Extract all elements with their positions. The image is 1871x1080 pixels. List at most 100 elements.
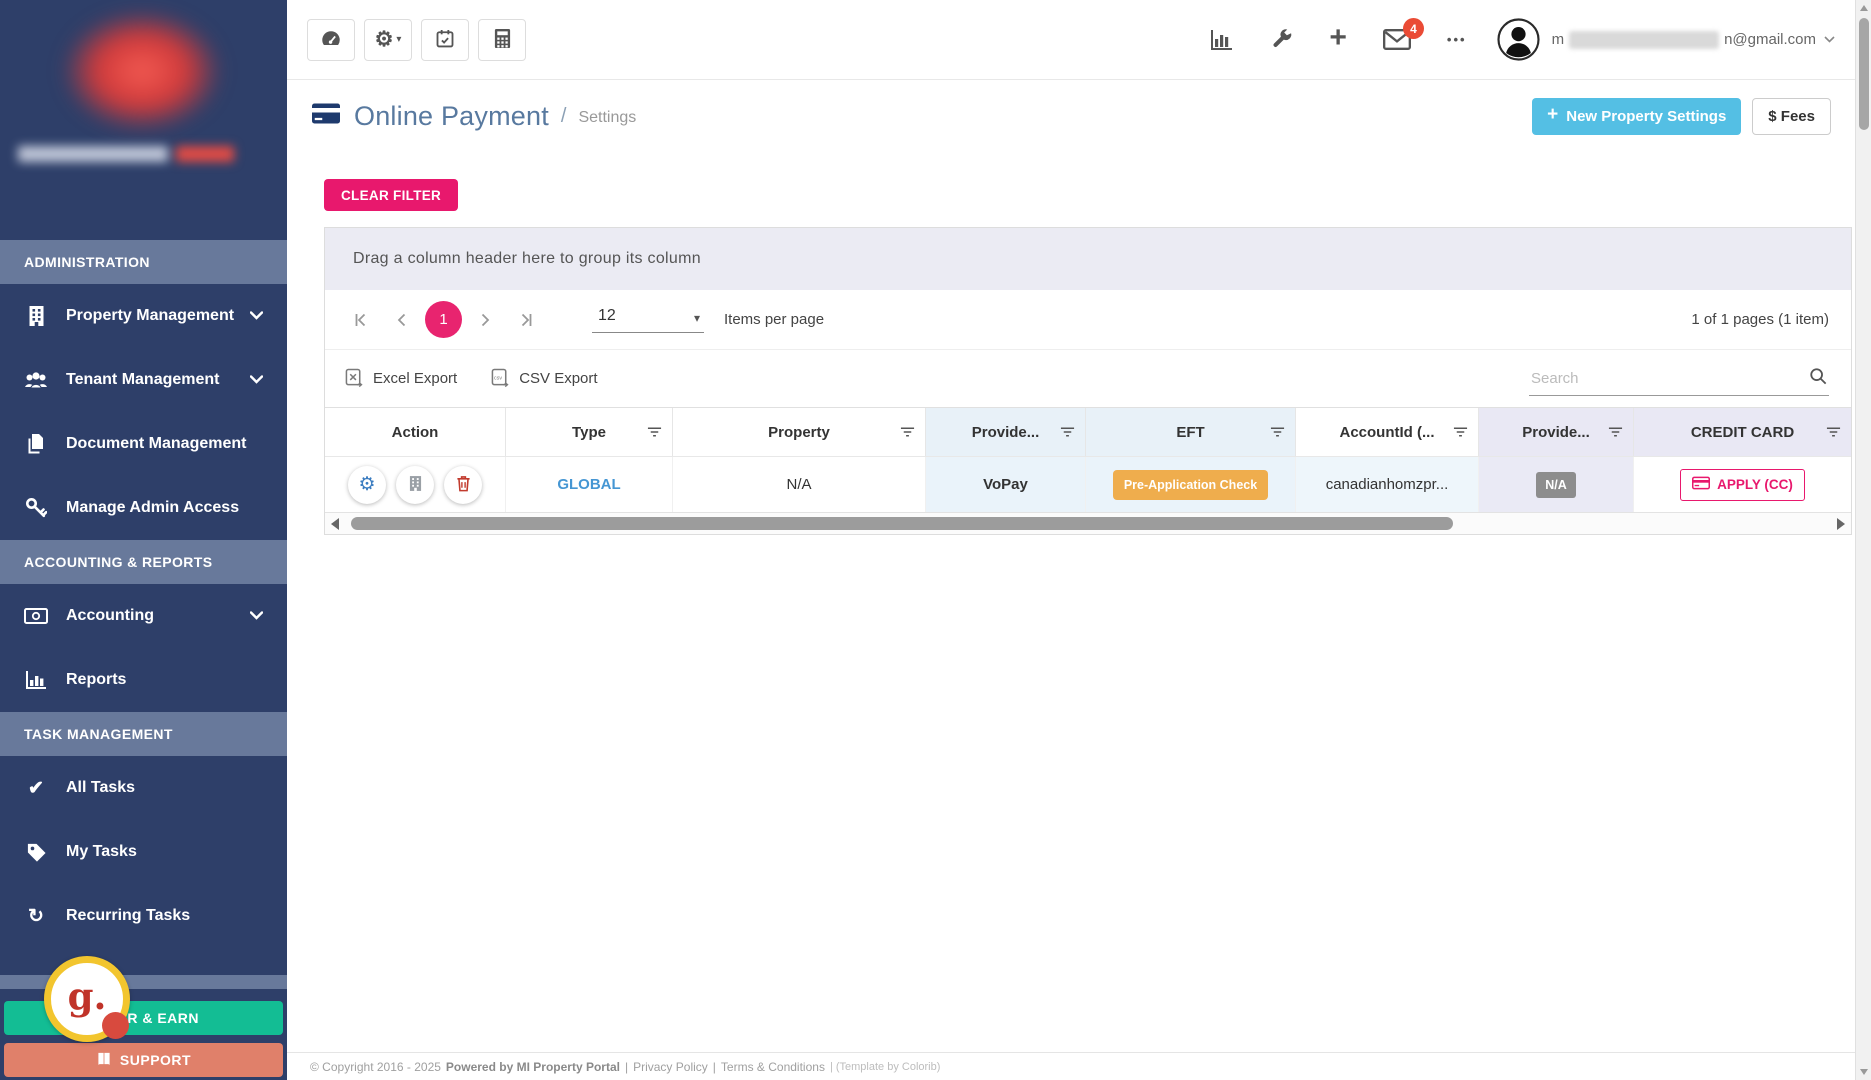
page-title: Online Payment (354, 100, 549, 131)
sidebar-item-label: Tenant Management (66, 371, 220, 388)
scroll-down-arrow[interactable] (1860, 1069, 1868, 1075)
sidebar-item-document-management[interactable]: Document Management (0, 412, 287, 476)
sidebar-section-partial (0, 975, 287, 989)
calculator-button[interactable] (478, 18, 526, 61)
excel-export-button[interactable]: Excel Export (345, 368, 457, 389)
horizontal-scroll-thumb[interactable] (351, 517, 1453, 530)
last-page-button[interactable] (506, 312, 548, 328)
scroll-left-arrow[interactable] (331, 518, 339, 530)
property-cell: N/A (673, 457, 926, 512)
sidebar-item-recurring-tasks[interactable]: ↻ Recurring Tasks (0, 884, 287, 948)
vertical-scrollbar[interactable] (1855, 0, 1871, 1080)
column-header-credit-card[interactable]: CREDIT CARD (1634, 408, 1851, 456)
search-input[interactable] (1531, 369, 1809, 387)
settings-button[interactable]: ⚙ ▾ (364, 18, 412, 61)
add-icon[interactable]: + (1329, 22, 1347, 53)
divider: | (624, 1059, 629, 1074)
sidebar-item-manage-admin-access[interactable]: Manage Admin Access (0, 476, 287, 540)
chevron-down-icon (249, 607, 264, 625)
people-icon (22, 371, 50, 389)
chevron-down-icon (249, 307, 264, 325)
sidebar-item-accounting[interactable]: Accounting (0, 584, 287, 648)
logo-blurred-image (62, 10, 222, 132)
eft-status-badge[interactable]: Pre-Application Check (1112, 469, 1269, 500)
page-footer: © Copyright 2016 - 2025 Powered by MI Pr… (287, 1052, 1855, 1080)
scroll-up-arrow[interactable] (1860, 5, 1868, 11)
new-property-settings-label: New Property Settings (1566, 107, 1727, 125)
column-header-eft-provider[interactable]: Provide... (926, 408, 1086, 456)
current-page-button[interactable]: 1 (425, 301, 462, 338)
sidebar-item-reports[interactable]: Reports (0, 648, 287, 712)
next-page-button[interactable] (464, 312, 506, 328)
email-redacted (1569, 30, 1720, 49)
sidebar-item-my-tasks[interactable]: My Tasks (0, 820, 287, 884)
caret-down-icon: ▾ (396, 34, 402, 45)
sidebar-item-property-management[interactable]: Property Management (0, 284, 287, 348)
type-link[interactable]: GLOBAL (557, 476, 620, 493)
column-header-eft[interactable]: EFT (1086, 408, 1296, 456)
column-header-action[interactable]: Action (325, 408, 506, 456)
horizontal-scrollbar[interactable] (325, 512, 1851, 534)
sidebar-item-label: All Tasks (66, 779, 136, 796)
page-header: Online Payment / Settings + New Property… (287, 80, 1855, 152)
fees-button[interactable]: $ Fees (1752, 97, 1831, 135)
filter-icon[interactable] (1060, 426, 1075, 438)
filter-icon[interactable] (900, 426, 915, 438)
credit-card-icon (311, 102, 341, 130)
sidebar-item-label: Recurring Tasks (66, 907, 191, 924)
property-value: N/A (786, 476, 812, 493)
search-box (1529, 362, 1829, 396)
privacy-policy-link[interactable]: Privacy Policy (633, 1060, 708, 1074)
row-settings-button[interactable]: ⚙ (348, 465, 386, 504)
row-delete-button[interactable] (444, 465, 482, 504)
apply-cc-label: APPLY (CC) (1717, 477, 1793, 492)
vertical-scroll-thumb[interactable] (1859, 18, 1869, 130)
scroll-right-arrow[interactable] (1837, 518, 1845, 530)
csv-export-label: CSV Export (519, 370, 598, 387)
copyright-text: © Copyright 2016 - 2025 (310, 1059, 441, 1074)
section-label: ACCOUNTING & REPORTS (24, 554, 213, 570)
column-header-account-id[interactable]: AccountId (... (1296, 408, 1479, 456)
filter-icon[interactable] (1826, 426, 1841, 438)
csv-export-button[interactable]: csv CSV Export (491, 368, 598, 389)
sidebar-item-all-tasks[interactable]: ✔ All Tasks (0, 756, 287, 820)
analytics-icon[interactable] (1210, 29, 1234, 51)
apply-cc-button[interactable]: APPLY (CC) (1680, 468, 1805, 501)
avatar[interactable] (1497, 18, 1540, 61)
calendar-button[interactable] (421, 18, 469, 61)
column-header-property[interactable]: Property (673, 408, 926, 456)
tools-wrench-icon[interactable] (1270, 28, 1293, 51)
filter-icon[interactable] (1270, 426, 1285, 438)
content-area: CLEAR FILTER Drag a column header here t… (287, 152, 1855, 535)
first-page-button[interactable] (339, 312, 381, 328)
support-button[interactable]: SUPPORT (4, 1043, 283, 1077)
dashboard-button[interactable] (307, 18, 355, 61)
user-email[interactable]: m n@gmail.com (1552, 30, 1835, 49)
row-property-button[interactable] (396, 465, 434, 504)
column-header-type[interactable]: Type (506, 408, 673, 456)
prev-page-button[interactable] (381, 312, 423, 328)
terms-link[interactable]: Terms & Conditions (721, 1060, 825, 1074)
sidebar-item-tenant-management[interactable]: Tenant Management (0, 348, 287, 412)
filter-icon[interactable] (1453, 426, 1468, 438)
grammarly-widget[interactable]: g. (44, 956, 130, 1042)
more-icon[interactable]: ••• (1447, 32, 1467, 47)
account-id-cell: canadianhomzpr... (1296, 457, 1479, 512)
powered-by-text: Powered by MI Property Portal (445, 1059, 620, 1074)
column-header-cc-provider[interactable]: Provide... (1479, 408, 1634, 456)
messages-icon[interactable]: 4 (1382, 18, 1424, 50)
filter-icon[interactable] (1608, 426, 1623, 438)
chevron-down-icon (249, 371, 264, 389)
data-grid: Drag a column header here to group its c… (324, 227, 1852, 535)
section-label: TASK MANAGEMENT (24, 726, 173, 742)
search-icon[interactable] (1809, 367, 1827, 390)
sidebar-section-administration: ADMINISTRATION (0, 240, 287, 284)
clear-filter-button[interactable]: CLEAR FILTER (324, 179, 459, 211)
section-label: ADMINISTRATION (24, 254, 150, 270)
items-per-page-select[interactable]: 12 ▾ (592, 307, 704, 333)
new-property-settings-button[interactable]: + New Property Settings (1532, 97, 1742, 135)
sidebar-item-label: Reports (66, 671, 127, 688)
eft-provider-value: VoPay (983, 476, 1028, 493)
filter-icon[interactable] (647, 426, 662, 438)
group-panel[interactable]: Drag a column header here to group its c… (325, 228, 1851, 290)
